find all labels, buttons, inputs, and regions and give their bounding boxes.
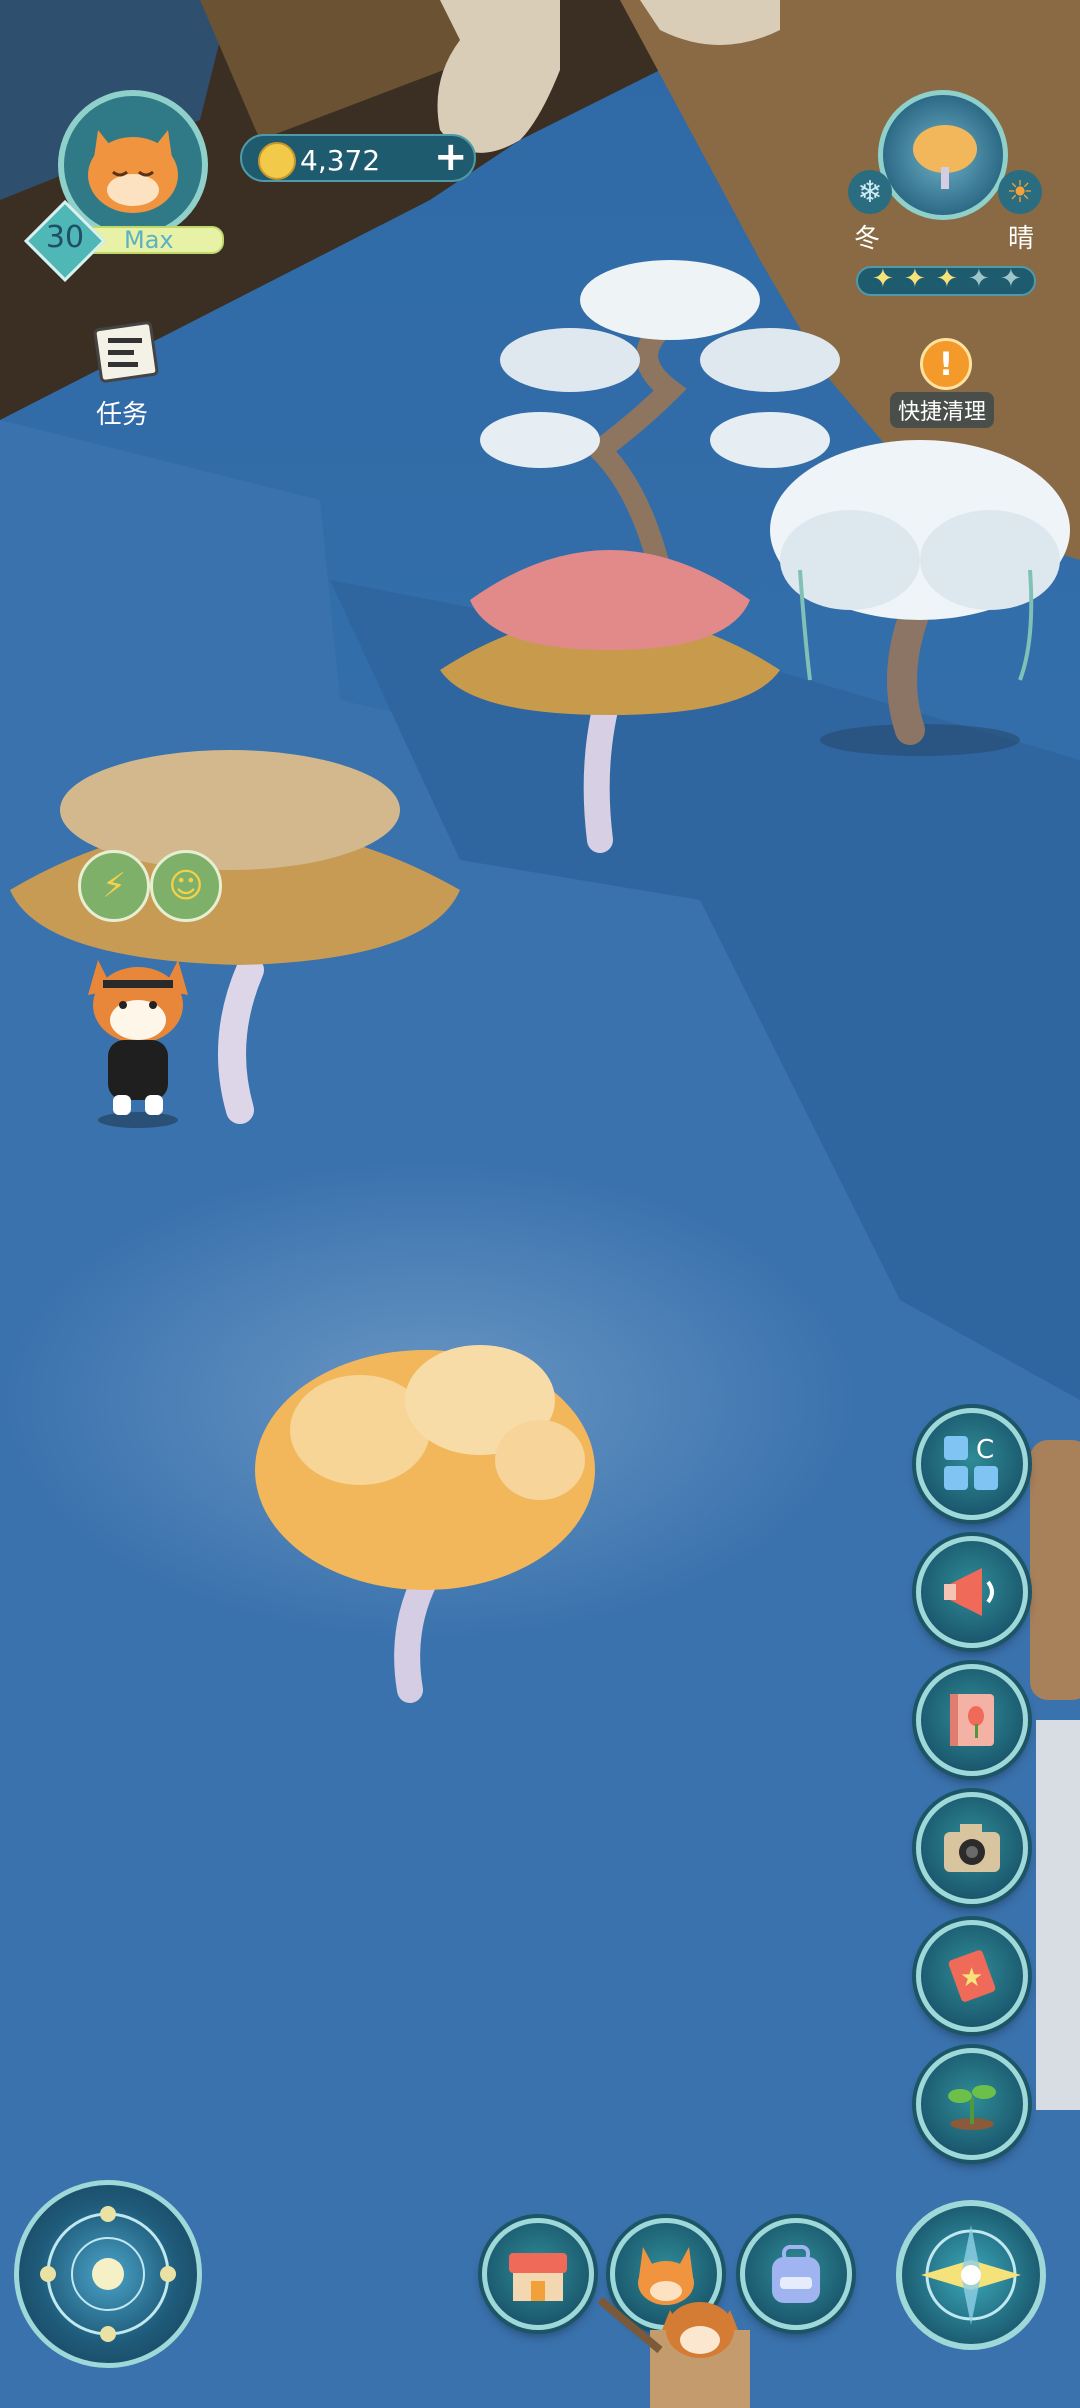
megaphone-icon bbox=[944, 1568, 994, 1616]
game-scene[interactable]: ⚡ ☺ Max 30 4,372 + 任务 ❄ ☀ 冬 晴 ✦ ✦ ✦ ✦ ✦ … bbox=[0, 0, 1080, 2408]
weather-stars: ✦ ✦ ✦ ✦ ✦ bbox=[856, 264, 1036, 296]
tree-weather-icon bbox=[913, 125, 977, 189]
book-tulip-icon bbox=[950, 1694, 994, 1746]
tasks-label: 任务 bbox=[96, 400, 149, 430]
quick-clean-button[interactable]: ! 快捷清理 bbox=[890, 338, 1010, 428]
magic-circle-button[interactable] bbox=[14, 2180, 202, 2368]
player-name: Max bbox=[124, 226, 174, 254]
event-button[interactable]: ★ bbox=[916, 1920, 1028, 2032]
magic-circle-icon bbox=[40, 2206, 176, 2342]
mood-status[interactable]: ☺ bbox=[150, 850, 222, 922]
shop-icon bbox=[509, 2253, 567, 2301]
quick-clean-label: 快捷清理 bbox=[890, 392, 995, 428]
backpack-icon bbox=[772, 2245, 820, 2303]
sprout-icon bbox=[948, 2085, 996, 2130]
compass-button[interactable] bbox=[896, 2200, 1046, 2350]
svg-text:C: C bbox=[976, 1435, 994, 1465]
camera-icon bbox=[944, 1824, 1000, 1872]
weather-dial bbox=[878, 90, 1008, 220]
plus-icon[interactable]: + bbox=[434, 134, 468, 180]
star-icon: ✦ bbox=[1000, 264, 1022, 294]
shiba-character[interactable] bbox=[78, 950, 198, 1130]
svg-text:★: ★ bbox=[960, 1963, 983, 1993]
guidebook-button[interactable] bbox=[916, 1664, 1028, 1776]
coin-amount: 4,372 bbox=[300, 144, 381, 177]
coin-bar: 4,372 + bbox=[240, 134, 476, 182]
pink-gold-tree[interactable] bbox=[430, 500, 790, 870]
orange-tree[interactable] bbox=[250, 1330, 610, 1730]
collection-button[interactable]: C bbox=[916, 1408, 1028, 1520]
coin-icon bbox=[258, 142, 296, 180]
grid-c-icon: C bbox=[944, 1435, 998, 1490]
smile-icon: ☺ bbox=[168, 866, 204, 906]
golden-tree[interactable] bbox=[0, 740, 470, 1130]
fox-sleeping-icon bbox=[88, 130, 178, 213]
alert-icon: ! bbox=[920, 338, 972, 390]
player-level: 30 bbox=[45, 220, 85, 255]
star-icon: ✦ bbox=[968, 264, 990, 294]
camera-button[interactable] bbox=[916, 1792, 1028, 1904]
shop-button[interactable] bbox=[482, 2218, 594, 2330]
weather-label: 晴 bbox=[1008, 224, 1035, 254]
star-icon: ✦ bbox=[936, 264, 958, 294]
tasks-button[interactable]: 任务 bbox=[80, 316, 170, 430]
snowy-willow-tree[interactable] bbox=[760, 420, 1080, 760]
scroll-star-icon: ★ bbox=[948, 1950, 996, 2002]
energy-status[interactable]: ⚡ bbox=[78, 850, 150, 922]
lightning-icon: ⚡ bbox=[102, 866, 126, 906]
weather-widget[interactable]: ❄ ☀ 冬 晴 bbox=[848, 90, 1042, 260]
star-icon: ✦ bbox=[872, 264, 894, 294]
plant-button[interactable] bbox=[916, 2048, 1028, 2160]
announcement-button[interactable] bbox=[916, 1536, 1028, 1648]
corgi-in-box bbox=[597, 2296, 750, 2408]
task-list-icon bbox=[93, 321, 159, 383]
compass-icon bbox=[921, 2225, 1021, 2325]
sun-icon: ☀ bbox=[998, 170, 1042, 214]
season-label: 冬 bbox=[854, 224, 881, 254]
star-icon: ✦ bbox=[904, 264, 926, 294]
snowflake-icon: ❄ bbox=[848, 170, 892, 214]
